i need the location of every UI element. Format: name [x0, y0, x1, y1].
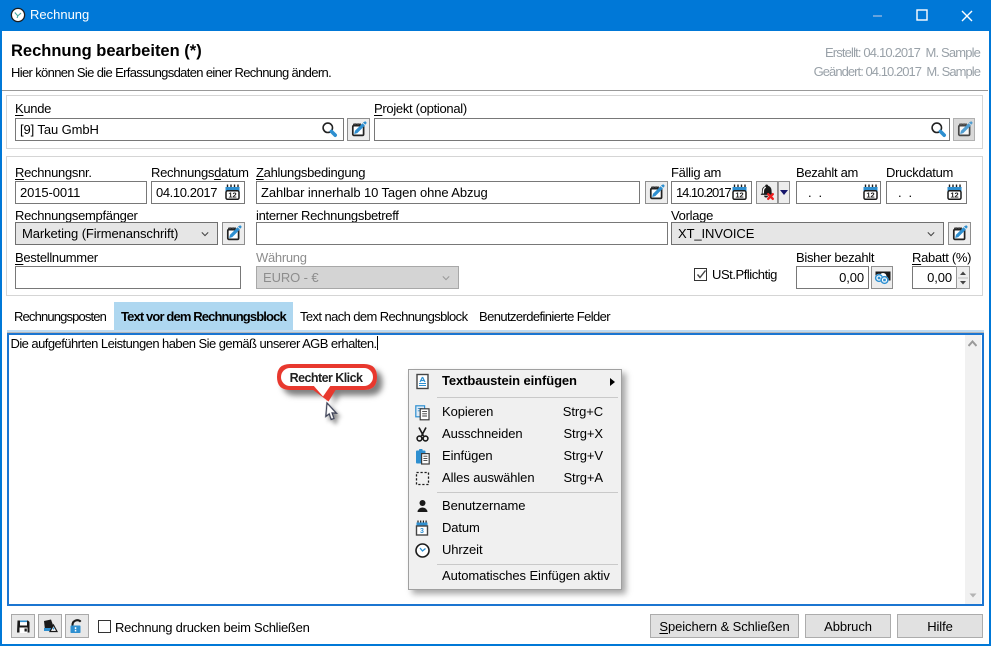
svg-text:3: 3 — [420, 528, 424, 535]
svg-text:Rechter Klick: Rechter Klick — [290, 371, 363, 385]
